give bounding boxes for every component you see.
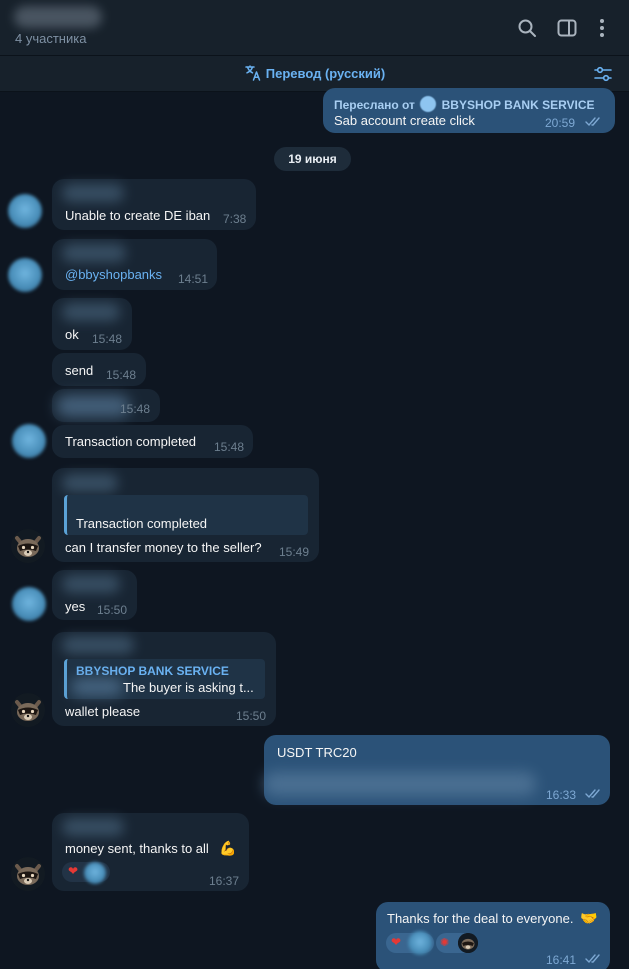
reply-quote-text: Transaction completed [76, 516, 208, 531]
translate-bar: Перевод (русский) [0, 56, 629, 92]
sender-name-redacted [62, 474, 118, 492]
reactor-avatar [408, 931, 432, 955]
handshake-emoji: 🤝 [580, 910, 598, 926]
forwarded-header[interactable]: Переслано от BBYSHOP BANK SERVICE [334, 96, 595, 113]
reply-quote[interactable]: Transaction completed [64, 495, 308, 535]
flexed-biceps-emoji: 💪 [219, 840, 237, 856]
message-incoming-reply[interactable]: Transaction completed can I transfer mon… [52, 468, 319, 562]
sender-name-redacted [62, 818, 124, 836]
raccoon-avatar-image [458, 933, 478, 953]
sender-name-redacted [62, 575, 120, 593]
quote-content-redacted [71, 678, 123, 696]
reply-quote-author: BBYSHOP BANK SERVICE [76, 664, 229, 678]
avatar[interactable] [12, 424, 46, 458]
reactor-avatar [458, 933, 478, 953]
date-separator: 19 июня [274, 147, 351, 171]
message-text: yes [65, 599, 86, 614]
search-icon[interactable] [515, 16, 539, 40]
read-ticks-icon [585, 954, 600, 964]
raccoon-avatar-image [11, 693, 45, 727]
read-ticks-icon [585, 117, 600, 127]
translate-icon [245, 65, 260, 81]
message-time: 15:50 [236, 709, 267, 723]
message-incoming[interactable]: 15:48 [52, 389, 160, 422]
reactor-avatar [84, 862, 106, 884]
chat-title-redacted[interactable] [14, 6, 102, 28]
translate-label: Перевод (русский) [265, 66, 386, 81]
message-time: 15:49 [279, 545, 310, 559]
message-outgoing[interactable]: USDT TRC20 16:33 [264, 735, 610, 805]
message-time: 16:33 [546, 788, 577, 802]
message-text: Unable to create DE iban [65, 208, 211, 223]
sender-name-redacted [62, 303, 120, 321]
message-text: Sab account create click [334, 113, 475, 128]
wallet-address-redacted [264, 772, 536, 796]
message-time: 20:59 [545, 116, 576, 130]
sender-name-redacted [62, 184, 124, 202]
message-incoming[interactable]: Unable to create DE iban 7:38 [52, 179, 256, 230]
member-count: 4 участника [15, 31, 87, 46]
read-ticks-icon [585, 789, 600, 799]
forward-source-avatar [420, 96, 437, 112]
message-incoming[interactable]: Transaction completed 15:48 [52, 425, 253, 458]
raccoon-avatar-image [11, 857, 45, 891]
avatar[interactable] [11, 857, 45, 891]
heart-pulse-reaction-icon: ✺ [440, 937, 450, 949]
sidebar-toggle-icon[interactable] [555, 16, 579, 40]
reply-quote[interactable]: BBYSHOP BANK SERVICE The buyer is asking… [64, 659, 265, 699]
raccoon-avatar-image [11, 529, 45, 563]
message-time: 16:37 [209, 874, 240, 888]
message-list[interactable]: Переслано от BBYSHOP BANK SERVICE Sab ac… [0, 88, 629, 969]
message-incoming[interactable]: ok 15:48 [52, 298, 132, 350]
heart-reaction-icon: ❤ [391, 935, 402, 949]
message-time: 15:48 [106, 368, 137, 382]
message-outgoing[interactable]: Thanks for the deal to everyone. 🤝 ❤ ✺ 1… [376, 902, 610, 969]
message-incoming[interactable]: @bbyshopbanks 14:51 [52, 239, 217, 290]
message-incoming[interactable]: money sent, thanks to all 💪 ❤ 16:37 [52, 813, 249, 891]
message-text: send [65, 363, 94, 378]
message-time: 15:50 [97, 603, 128, 617]
mention-link[interactable]: @bbyshopbanks [65, 267, 162, 283]
message-content-redacted [56, 395, 130, 417]
message-time: 7:38 [223, 212, 247, 226]
avatar[interactable] [12, 587, 46, 621]
sender-name-redacted [62, 244, 126, 262]
sender-name-redacted [62, 636, 134, 654]
message-time: 15:48 [92, 332, 123, 346]
message-text: wallet please [65, 704, 141, 719]
translate-button[interactable]: Перевод (русский) [0, 64, 629, 82]
reply-quote-text: The buyer is asking t... [123, 680, 254, 695]
filter-settings-icon[interactable] [593, 64, 613, 84]
message-incoming[interactable]: yes 15:50 [52, 570, 137, 620]
message-time: 14:51 [178, 272, 209, 286]
message-text: USDT TRC20 [277, 745, 357, 760]
avatar[interactable] [8, 258, 42, 292]
message-forwarded[interactable]: Переслано от BBYSHOP BANK SERVICE Sab ac… [323, 88, 615, 133]
avatar[interactable] [11, 529, 45, 563]
reaction-chip[interactable]: ❤ [386, 931, 434, 955]
message-time: 15:48 [120, 402, 151, 416]
message-text: Transaction completed [65, 434, 197, 449]
message-text: money sent, thanks to all [65, 841, 209, 856]
avatar[interactable] [8, 194, 42, 228]
avatar[interactable] [11, 693, 45, 727]
message-incoming[interactable]: send 15:48 [52, 353, 146, 386]
forward-source-name: BBYSHOP BANK SERVICE [441, 98, 595, 112]
message-text: Thanks for the deal to everyone. [387, 911, 574, 926]
chat-header[interactable]: 4 участника [0, 0, 629, 56]
more-vertical-icon[interactable] [590, 16, 614, 40]
reaction-chip[interactable]: ❤ [62, 862, 110, 884]
message-time: 16:41 [546, 953, 577, 967]
message-incoming-reply[interactable]: BBYSHOP BANK SERVICE The buyer is asking… [52, 632, 276, 726]
message-text: ok [65, 327, 79, 342]
forwarded-prefix: Переслано от [334, 98, 415, 112]
message-time: 15:48 [214, 440, 245, 454]
heart-reaction-icon: ❤ [68, 864, 79, 878]
reaction-chip[interactable]: ✺ [436, 933, 478, 953]
message-text: can I transfer money to the seller? [65, 540, 262, 555]
